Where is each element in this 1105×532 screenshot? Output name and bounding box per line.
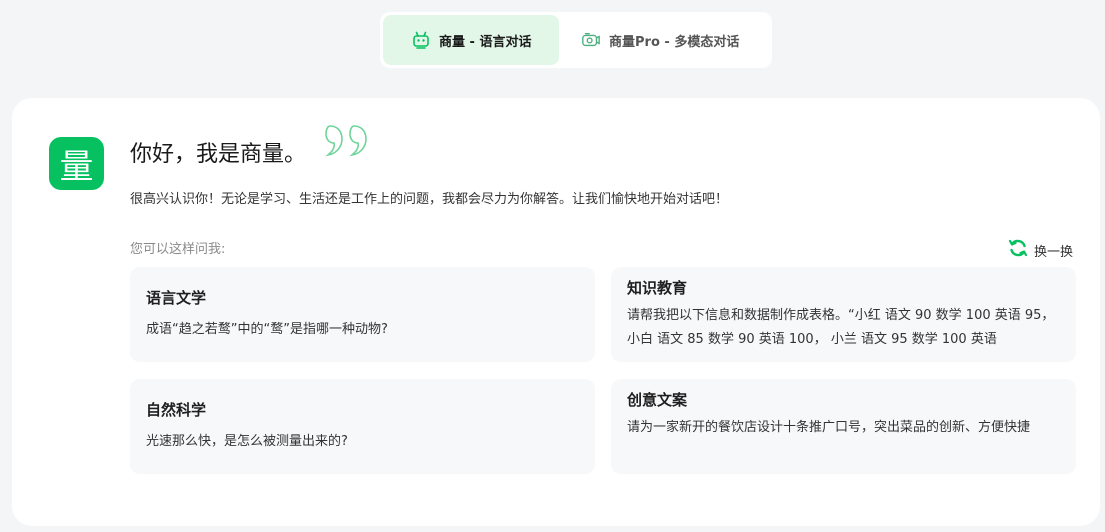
- tab-language-chat-label: 商量 - 语言对话: [439, 34, 532, 50]
- suggestion-text: 成语“趋之若鹜”中的“鹜”是指哪一种动物?: [146, 322, 388, 337]
- tab-multimodal-chat[interactable]: 商量Pro - 多模态对话: [559, 15, 765, 65]
- suggestion-card-copywriting[interactable]: 创意文案 请为一家新开的餐饮店设计十条推广口号，突出菜品的创新、方便快捷: [611, 379, 1076, 474]
- suggestion-text: 光速那么快，是怎么被测量出来的?: [146, 434, 348, 449]
- refresh-suggestions-button[interactable]: 换一换: [1008, 238, 1073, 262]
- tab-multimodal-chat-label: 商量Pro - 多模态对话: [609, 34, 740, 50]
- welcome-card: 量 你好，我是商量。 很高兴认识你！无论是学习、生活还是工作上的问题，我都会尽力…: [12, 98, 1100, 526]
- tab-language-chat[interactable]: 商量 - 语言对话: [383, 15, 559, 65]
- suggestion-text: 请为一家新开的餐饮店设计十条推广口号，突出菜品的创新、方便快捷: [627, 420, 1031, 435]
- suggestion-card-education[interactable]: 知识教育 请帮我把以下信息和数据制作成表格。“小红 语文 90 数学 100 英…: [611, 267, 1076, 362]
- refresh-icon: [1008, 238, 1028, 262]
- refresh-label: 换一换: [1034, 244, 1074, 260]
- suggestion-title: 知识教育: [627, 279, 688, 297]
- suggestions-label: 您可以这样问我:: [130, 242, 226, 257]
- quote-mark-icon: [324, 122, 370, 162]
- robot-chat-icon: [411, 30, 431, 50]
- app-logo: 量: [49, 137, 104, 190]
- suggestion-text: 请帮我把以下信息和数据制作成表格。“小红 语文 90 数学 100 英语 95，…: [627, 308, 1055, 347]
- suggestion-card-science[interactable]: 自然科学 光速那么快，是怎么被测量出来的?: [130, 379, 595, 474]
- intro-text: 很高兴认识你！无论是学习、生活还是工作上的问题，我都会尽力为你解答。让我们愉快地…: [130, 192, 729, 207]
- multimodal-chat-icon: [581, 30, 601, 50]
- suggestion-title: 语言文学: [146, 289, 207, 307]
- mode-tabs: 商量 - 语言对话 商量Pro - 多模态对话: [380, 12, 772, 68]
- greeting-title: 你好，我是商量。: [130, 142, 307, 167]
- app-logo-char: 量: [59, 147, 94, 187]
- suggestion-title: 自然科学: [146, 401, 207, 419]
- suggestion-card-literature[interactable]: 语言文学 成语“趋之若鹜”中的“鹜”是指哪一种动物?: [130, 267, 595, 362]
- suggestion-title: 创意文案: [627, 391, 688, 409]
